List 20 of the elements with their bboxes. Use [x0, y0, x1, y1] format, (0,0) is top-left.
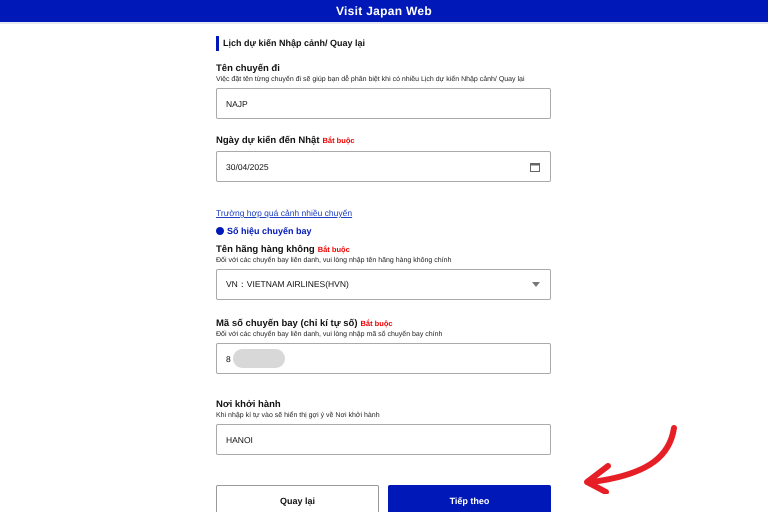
- calendar-icon: [530, 162, 540, 172]
- section-title: Lịch dự kiến Nhập cảnh/ Quay lại: [216, 36, 551, 51]
- field-label: Ngày dự kiến đến Nhật: [216, 135, 320, 147]
- subsection-title: Số hiệu chuyến bay: [227, 226, 312, 236]
- input-field[interactable]: 8: [216, 343, 551, 374]
- input-field[interactable]: NAJP: [216, 88, 551, 119]
- redaction-blur: [233, 349, 285, 368]
- dropdown[interactable]: VN：VIETNAM AIRLINES(HVN): [216, 269, 551, 300]
- date-field[interactable]: 30/04/2025: [216, 151, 551, 182]
- multi-transit-link[interactable]: Trường hợp quá cảnh nhiều chuyến: [216, 208, 352, 218]
- back-button[interactable]: Quay lại: [216, 485, 379, 512]
- field-label: Tên hãng hàng không: [216, 244, 315, 256]
- input-field[interactable]: HANOI: [216, 424, 551, 455]
- site-title: Visit Japan Web: [336, 4, 432, 18]
- next-button[interactable]: Tiếp theo: [388, 485, 551, 512]
- caret-icon: [532, 282, 540, 287]
- field-label: Nơi khởi hành: [216, 399, 281, 411]
- field-label: Tên chuyến đi: [216, 63, 280, 75]
- bullet-icon: [216, 227, 224, 235]
- field-label: Mã số chuyến bay (chỉ kí tự số): [216, 318, 358, 330]
